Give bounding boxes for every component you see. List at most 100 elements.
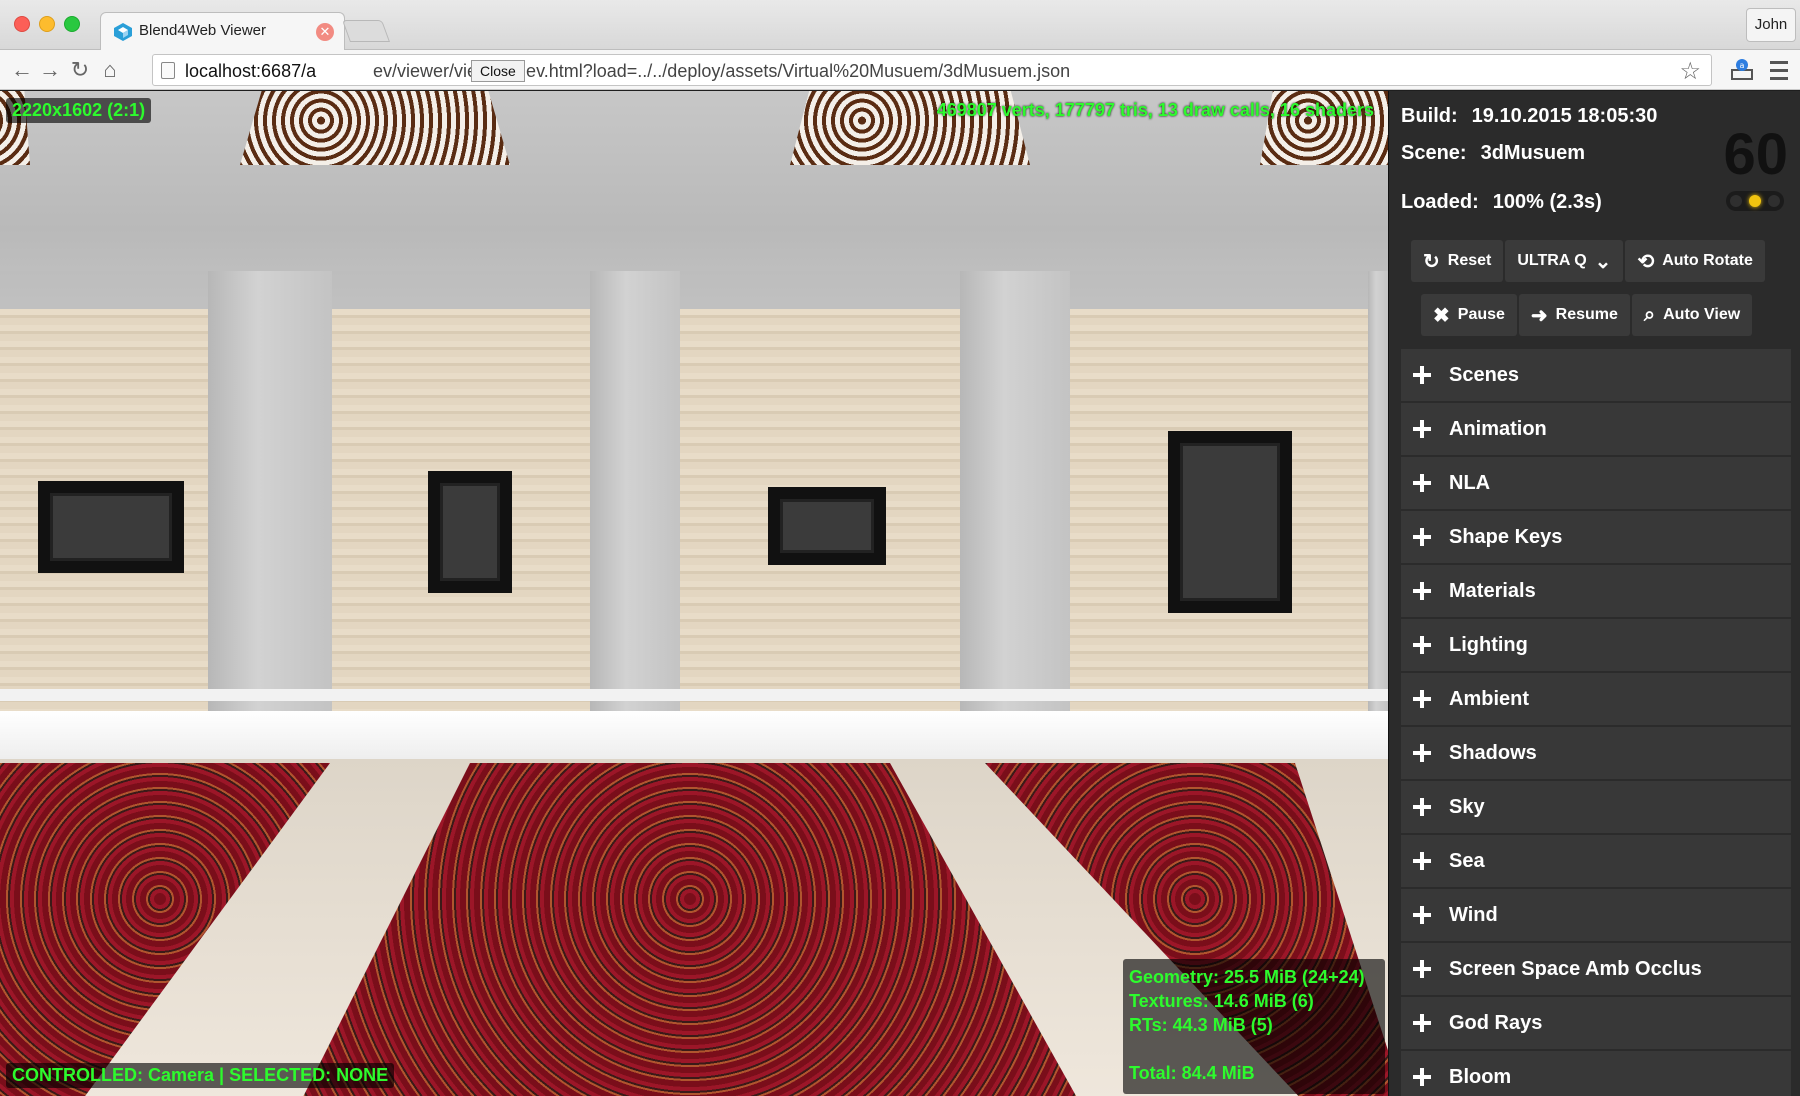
- back-arrow-icon[interactable]: ←: [8, 56, 36, 84]
- build-label: Build:: [1401, 105, 1458, 127]
- section-shadows[interactable]: Shadows: [1401, 727, 1791, 779]
- forward-arrow-icon[interactable]: →: [36, 56, 64, 84]
- search-icon: ⌕: [1643, 303, 1656, 326]
- auto-rotate-button[interactable]: ⟲ Auto Rotate: [1625, 240, 1765, 282]
- auto-rotate-label: Auto Rotate: [1662, 252, 1753, 269]
- section-lighting[interactable]: Lighting: [1401, 619, 1791, 671]
- indicator-light-on: [1749, 195, 1761, 207]
- home-icon[interactable]: ⌂: [96, 56, 124, 84]
- page-icon: [161, 62, 175, 79]
- scene-label: Scene:: [1401, 142, 1467, 164]
- minimize-window-button[interactable]: [39, 16, 55, 32]
- reset-icon: ↻: [1423, 250, 1440, 273]
- fps-counter: 60: [1723, 122, 1788, 187]
- browser-toolbar: ← → ↻ ⌂ localhost:6687/a ev/viewer/viewe…: [0, 50, 1800, 90]
- indicator-light: [1768, 195, 1780, 207]
- section-animation[interactable]: Animation: [1401, 403, 1791, 455]
- rotate-icon: ⟲: [1637, 250, 1655, 273]
- loaded-value: 100% (2.3s): [1492, 191, 1602, 213]
- floor-strip: [0, 711, 1388, 759]
- plus-icon: [1413, 366, 1431, 384]
- section-sky[interactable]: Sky: [1401, 781, 1791, 833]
- plus-icon: [1413, 636, 1431, 654]
- tab-close-icon[interactable]: ✕: [316, 23, 334, 41]
- close-window-button[interactable]: [14, 16, 30, 32]
- maximize-window-button[interactable]: [64, 16, 80, 32]
- scene-value: 3dMusuem: [1480, 142, 1586, 164]
- scene-info: Scene: 3dMusuem: [1401, 142, 1585, 165]
- section-shape-keys[interactable]: Shape Keys: [1401, 511, 1791, 563]
- pause-label: Pause: [1457, 306, 1505, 323]
- quality-select[interactable]: ULTRA Q ⌄: [1505, 240, 1624, 282]
- loaded-info: Loaded: 100% (2.3s): [1401, 191, 1602, 214]
- plus-icon: [1413, 1068, 1431, 1086]
- picture-frame[interactable]: [428, 471, 512, 593]
- svg-text:a: a: [1740, 61, 1745, 70]
- baseboard: [0, 689, 1388, 701]
- chrome-menu-icon[interactable]: [1765, 56, 1793, 84]
- ceiling-tile: [240, 91, 510, 165]
- plus-icon: [1413, 1014, 1431, 1032]
- section-ambient[interactable]: Ambient: [1401, 673, 1791, 725]
- chevron-down-icon: ⌄: [1594, 250, 1612, 273]
- tab-title: Blend4Web Viewer: [139, 22, 267, 39]
- controlled-status: CONTROLLED: Camera | SELECTED: NONE: [6, 1063, 395, 1088]
- browser-tab[interactable]: Blend4Web Viewer ✕: [100, 12, 345, 50]
- picture-frame[interactable]: [1168, 431, 1292, 613]
- picture-frame[interactable]: [38, 481, 184, 573]
- render-targets-memory: RTs: 44.3 MiB (5): [1129, 1015, 1273, 1035]
- section-scenes[interactable]: Scenes: [1401, 349, 1791, 401]
- new-tab-button[interactable]: [341, 20, 391, 42]
- section-ssao[interactable]: Screen Space Amb Occlus: [1401, 943, 1791, 995]
- geometry-memory: Geometry: 25.5 MiB (24+24): [1129, 967, 1365, 987]
- plus-icon: [1413, 690, 1431, 708]
- arrow-right-icon: ➜: [1530, 304, 1548, 327]
- url-host: localhost:6687/a: [185, 61, 317, 81]
- plus-icon: [1413, 798, 1431, 816]
- section-sea[interactable]: Sea: [1401, 835, 1791, 887]
- extension-icon[interactable]: a: [1728, 56, 1756, 84]
- section-materials[interactable]: Materials: [1401, 565, 1791, 617]
- auto-view-label: Auto View: [1663, 306, 1741, 323]
- section-god-rays[interactable]: God Rays: [1401, 997, 1791, 1049]
- section-nla[interactable]: NLA: [1401, 457, 1791, 509]
- render-stats-readout: 469807 verts, 177797 tris, 13 draw calls…: [936, 100, 1374, 120]
- section-wind[interactable]: Wind: [1401, 889, 1791, 941]
- browser-titlebar: Blend4Web Viewer ✕ John: [0, 0, 1800, 50]
- close-tooltip: Close: [471, 60, 525, 82]
- reload-icon[interactable]: ↻: [66, 56, 94, 84]
- build-value: 19.10.2015 18:05:30: [1471, 105, 1658, 127]
- settings-sections: Scenes Animation NLA Shape Keys Material…: [1401, 349, 1791, 1096]
- resume-button[interactable]: ➜ Resume: [1518, 294, 1630, 336]
- bookmark-star-icon[interactable]: ☆: [1679, 57, 1701, 86]
- viewer-side-panel: Build: 19.10.2015 18:05:30 Scene: 3dMusuem…: [1388, 91, 1800, 1096]
- plus-icon: [1413, 906, 1431, 924]
- profile-button[interactable]: John: [1746, 8, 1796, 42]
- plus-icon: [1413, 852, 1431, 870]
- memory-stats-panel: Geometry: 25.5 MiB (24+24) Textures: 14.…: [1123, 959, 1385, 1094]
- resume-label: Resume: [1555, 306, 1618, 323]
- build-info: Build: 19.10.2015 18:05:30: [1401, 105, 1657, 128]
- pause-button[interactable]: ✖ Pause: [1421, 294, 1517, 336]
- plus-icon: [1413, 960, 1431, 978]
- controls-row-2: ✖ Pause ➜ Resume ⌕ Auto View: [1421, 294, 1753, 336]
- indicator-light: [1730, 195, 1742, 207]
- plus-icon: [1413, 474, 1431, 492]
- loaded-label: Loaded:: [1401, 191, 1479, 213]
- 3d-viewport[interactable]: 2220x1602 (2:1) 469807 verts, 177797 tri…: [0, 91, 1388, 1096]
- textures-memory: Textures: 14.6 MiB (6): [1129, 991, 1314, 1011]
- quality-label: ULTRA Q: [1517, 252, 1587, 269]
- plus-icon: [1413, 582, 1431, 600]
- section-bloom[interactable]: Bloom: [1401, 1051, 1791, 1096]
- plus-icon: [1413, 744, 1431, 762]
- address-bar[interactable]: localhost:6687/a ev/viewer/viewer_dev.ht…: [152, 54, 1712, 86]
- picture-frame[interactable]: [768, 487, 886, 565]
- controls-row-1: ↻ Reset ULTRA Q ⌄ ⟲ Auto Rotate: [1411, 240, 1765, 282]
- reset-label: Reset: [1447, 252, 1492, 269]
- load-indicator: [1726, 191, 1784, 211]
- close-icon: ✖: [1433, 304, 1450, 327]
- total-memory: Total: 84.4 MiB: [1129, 1063, 1255, 1083]
- reset-button[interactable]: ↻ Reset: [1411, 240, 1504, 282]
- auto-view-button[interactable]: ⌕ Auto View: [1631, 294, 1753, 336]
- blend4web-logo-icon: [114, 23, 132, 41]
